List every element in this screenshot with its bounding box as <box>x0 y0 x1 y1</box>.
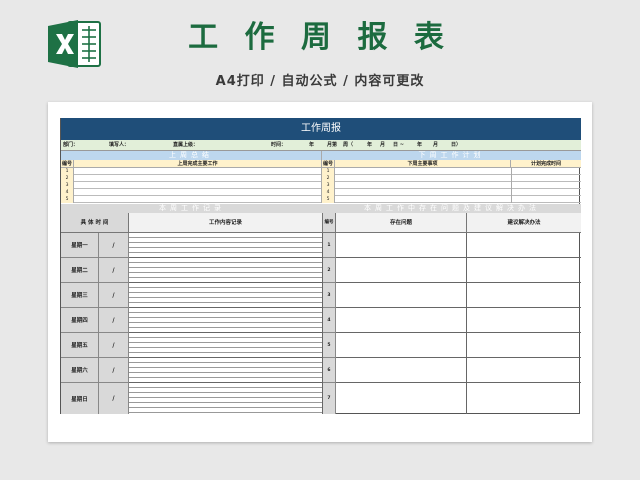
problem-cell[interactable] <box>336 333 467 358</box>
problem-column-header: 存在问题 <box>336 213 467 233</box>
this-week-section: 本周工作记录 <box>61 204 323 213</box>
row-number: 3 <box>61 182 74 189</box>
date-cell[interactable]: / <box>99 233 129 258</box>
row-number: 1 <box>322 168 335 175</box>
last-week-row[interactable]: 2 <box>61 175 321 182</box>
day-label: 星期日 <box>61 383 99 414</box>
month2-label: 月 <box>380 142 386 148</box>
solution-cell[interactable] <box>467 233 581 258</box>
row-number: 3 <box>322 182 335 189</box>
solution-cell[interactable] <box>467 333 581 358</box>
date-cell[interactable]: / <box>99 283 129 308</box>
date-cell[interactable]: / <box>99 383 129 414</box>
dept-label: 部门： <box>63 142 79 148</box>
work-record-cell[interactable] <box>129 233 323 258</box>
solution-cell[interactable] <box>467 358 581 383</box>
solution-cell[interactable] <box>467 283 581 308</box>
page-subtitle: A4打印 / 自动公式 / 内容可更改 <box>215 74 425 89</box>
work-record-cell[interactable] <box>129 333 323 358</box>
next-week-section: 下周工作计划 <box>322 151 581 160</box>
leader-label: 直属上级： <box>173 142 199 148</box>
issue-number: 3 <box>323 283 336 308</box>
last-week-row[interactable]: 5 <box>61 196 321 203</box>
date-cell[interactable]: / <box>99 258 129 283</box>
issue-no-header: 编号 <box>323 213 336 233</box>
solution-cell[interactable] <box>467 383 581 414</box>
work-record-cell[interactable] <box>129 283 323 308</box>
last-week-work-header: 上周完成主要工作 <box>74 160 321 168</box>
row-number: 4 <box>322 189 335 196</box>
problem-cell[interactable] <box>336 308 467 333</box>
work-record-cell[interactable] <box>129 383 323 414</box>
day-label: 星期二 <box>61 258 99 283</box>
last-week-row[interactable]: 3 <box>61 182 321 189</box>
column-divider <box>511 168 512 203</box>
content-column-header: 工作内容记录 <box>129 213 323 233</box>
row-number: 1 <box>61 168 74 175</box>
next-week-row[interactable]: 4 <box>322 189 581 196</box>
next-week-row[interactable]: 5 <box>322 196 581 203</box>
last-week-section: 上周总结 <box>61 151 321 160</box>
problem-cell[interactable] <box>336 283 467 308</box>
day-label: 星期三 <box>61 283 99 308</box>
solution-cell[interactable] <box>467 308 581 333</box>
next-week-time-header: 计划完成时间 <box>511 160 581 168</box>
next-week-row[interactable]: 1 <box>322 168 581 175</box>
day-label: 星期四 <box>61 308 99 333</box>
problem-cell[interactable] <box>336 358 467 383</box>
writer-label: 填写人： <box>109 142 130 148</box>
row-number: 2 <box>61 175 74 182</box>
year-label: 年 <box>309 142 315 148</box>
row-number: 2 <box>322 175 335 182</box>
hero-header: 工 作 周 报 表 A4打印 / 自动公式 / 内容可更改 <box>0 0 640 100</box>
work-record-cell[interactable] <box>129 308 323 333</box>
last-week-no-header: 编号 <box>61 160 74 168</box>
report-banner: 工作周报 <box>61 118 581 140</box>
time-column-header: 具 体 时 间 <box>61 213 129 233</box>
day-label: 星期一 <box>61 233 99 258</box>
week-label: 月第 <box>327 142 338 148</box>
problem-cell[interactable] <box>336 233 467 258</box>
day-label: 星期六 <box>61 358 99 383</box>
solution-column-header: 建议解决办法 <box>467 213 581 233</box>
work-record-cell[interactable] <box>129 358 323 383</box>
month3-label: 月 <box>433 142 439 148</box>
row-number: 5 <box>61 196 74 203</box>
last-week-row[interactable]: 1 <box>61 168 321 175</box>
next-week-item-header: 下周主要事项 <box>335 160 511 168</box>
info-row: 部门： 填写人： 直属上级： 时间： 年 月第 周（ 年 月 日 ~ 年 月 日… <box>61 140 581 151</box>
report-table: 工作周报 部门： 填写人： 直属上级： 时间： 年 月第 周（ 年 月 日 ~ … <box>60 118 581 414</box>
solution-cell[interactable] <box>467 258 581 283</box>
next-week-row[interactable]: 3 <box>322 182 581 189</box>
spreadsheet-preview: 工作周报 部门： 填写人： 直属上级： 时间： 年 月第 周（ 年 月 日 ~ … <box>48 102 592 442</box>
work-record-cell[interactable] <box>129 258 323 283</box>
year2-label: 年 <box>367 142 373 148</box>
next-week-row[interactable]: 2 <box>322 175 581 182</box>
date-cell[interactable]: / <box>99 308 129 333</box>
day-label: 星期五 <box>61 333 99 358</box>
row-number: 5 <box>322 196 335 203</box>
day2-label: 日 ~ <box>393 142 404 148</box>
next-week-no-header: 编号 <box>322 160 335 168</box>
issue-number: 2 <box>323 258 336 283</box>
issue-number: 1 <box>323 233 336 258</box>
issue-number: 4 <box>323 308 336 333</box>
date-cell[interactable]: / <box>99 358 129 383</box>
issues-section: 本周工作中存在问题及建议解决办法 <box>323 204 581 213</box>
time-label: 时间： <box>271 142 287 148</box>
date-cell[interactable]: / <box>99 333 129 358</box>
issue-number: 6 <box>323 358 336 383</box>
problem-cell[interactable] <box>336 258 467 283</box>
issue-number: 7 <box>323 383 336 414</box>
row-number: 4 <box>61 189 74 196</box>
day3-label: 日） <box>451 142 462 148</box>
year3-label: 年 <box>417 142 423 148</box>
issue-number: 5 <box>323 333 336 358</box>
page-title: 工 作 周 报 表 <box>188 20 452 55</box>
problem-cell[interactable] <box>336 383 467 414</box>
last-week-row[interactable]: 4 <box>61 189 321 196</box>
week-tail-label: 周（ <box>343 142 354 148</box>
